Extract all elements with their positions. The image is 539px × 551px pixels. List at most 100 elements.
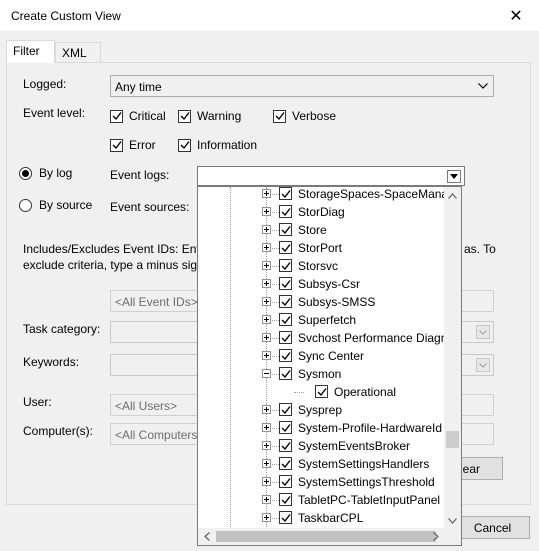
checkbox-checked-icon[interactable] [279, 511, 292, 524]
tree-item[interactable]: StorageSpaces-SpaceManag [198, 187, 444, 203]
event-logs-tree[interactable]: StorageSpaces-SpaceManag StorDiag Store Sto… [197, 186, 462, 546]
expand-icon[interactable] [262, 513, 271, 522]
tree-item[interactable]: SystemSettingsThreshold [198, 473, 444, 491]
tree-item[interactable]: Svchost Performance Diagn [198, 329, 444, 347]
expand-icon[interactable] [262, 495, 271, 504]
expand-icon[interactable] [262, 441, 271, 450]
tree-item[interactable]: Sync Center [198, 347, 444, 365]
tree-connector [272, 410, 279, 411]
verbose-checkbox[interactable]: Verbose [273, 109, 336, 123]
tree-item[interactable]: TaskbarCPL [198, 509, 444, 527]
checkbox-checked-icon [273, 109, 286, 123]
checkbox-checked-icon[interactable] [279, 439, 292, 452]
expand-icon[interactable] [262, 261, 271, 270]
expand-icon[interactable] [262, 477, 271, 486]
error-label: Error [129, 138, 156, 152]
tree-item-label: System-Profile-HardwareId [298, 421, 443, 435]
tree-item[interactable]: Operational [198, 383, 444, 401]
keywords-label: Keywords: [23, 355, 80, 369]
checkbox-checked-icon[interactable] [279, 457, 292, 470]
checkbox-checked-icon[interactable] [279, 295, 292, 308]
tree-connector [272, 248, 279, 249]
critical-checkbox[interactable]: Critical [110, 109, 166, 123]
checkbox-checked-icon[interactable] [279, 313, 292, 326]
tree-connector [272, 464, 279, 465]
tree-item[interactable]: TabletPC-TabletInputPanel [198, 491, 444, 509]
checkbox-checked-icon[interactable] [279, 367, 292, 380]
tree-item[interactable]: Sysmon [198, 365, 444, 383]
tree-connector [272, 212, 279, 213]
tree-item[interactable]: Subsys-Csr [198, 275, 444, 293]
tab-xml[interactable]: XML [55, 42, 101, 62]
checkbox-checked-icon [110, 138, 123, 152]
scroll-right-icon[interactable] [427, 528, 444, 545]
scroll-thumb-horizontal[interactable] [216, 531, 436, 542]
tree-connector [272, 284, 279, 285]
checkbox-checked-icon[interactable] [279, 259, 292, 272]
expand-icon[interactable] [262, 225, 271, 234]
checkbox-checked-icon[interactable] [279, 349, 292, 362]
scroll-up-icon[interactable] [444, 187, 461, 204]
expand-icon[interactable] [262, 279, 271, 288]
checkbox-checked-icon[interactable] [279, 241, 292, 254]
by-source-radio[interactable]: By source [19, 198, 92, 212]
checkbox-checked-icon[interactable] [279, 403, 292, 416]
horizontal-scrollbar[interactable] [198, 528, 461, 545]
tree-item[interactable]: Superfetch [198, 311, 444, 329]
expand-icon[interactable] [262, 459, 271, 468]
logged-dropdown[interactable]: Any time [110, 75, 494, 97]
desc-line2: exclude criteria, type a minus sign [23, 258, 204, 272]
tree-item[interactable]: SystemSettingsHandlers [198, 455, 444, 473]
tree-item-label: Sysmon [298, 367, 342, 381]
checkbox-checked-icon[interactable] [279, 331, 292, 344]
collapse-icon[interactable] [262, 369, 271, 378]
expand-icon[interactable] [262, 333, 271, 342]
expand-icon[interactable] [262, 315, 271, 324]
checkbox-checked-icon[interactable] [279, 421, 292, 434]
event-logs-dropdown[interactable] [197, 166, 465, 186]
expand-icon[interactable] [262, 297, 271, 306]
tree-item[interactable]: Subsys-SMSS [198, 293, 444, 311]
tree-item-label: StorPort [298, 241, 343, 255]
tree-item[interactable]: System-Profile-HardwareId [198, 419, 444, 437]
expand-icon[interactable] [262, 243, 271, 252]
tree-item[interactable]: SystemEventsBroker [198, 437, 444, 455]
checkbox-checked-icon[interactable] [315, 385, 328, 398]
checkbox-checked-icon[interactable] [279, 205, 292, 218]
scroll-down-icon[interactable] [444, 512, 461, 529]
checkbox-checked-icon[interactable] [279, 493, 292, 506]
logged-value: Any time [115, 80, 162, 94]
tree-item-label: Superfetch [298, 313, 357, 327]
tree-connector [272, 428, 279, 429]
tree-connector [294, 392, 304, 393]
checkbox-checked-icon[interactable] [279, 187, 292, 200]
checkbox-checked-icon[interactable] [279, 475, 292, 488]
expand-icon[interactable] [262, 189, 271, 198]
warning-checkbox[interactable]: Warning [178, 109, 241, 123]
tree-item[interactable]: StorPort [198, 239, 444, 257]
expand-icon[interactable] [262, 405, 271, 414]
tab-filter[interactable]: Filter [6, 40, 55, 63]
chevron-down-icon[interactable] [447, 170, 461, 183]
checkbox-checked-icon[interactable] [279, 277, 292, 290]
information-checkbox[interactable]: Information [178, 138, 257, 152]
tree-item[interactable]: StorDiag [198, 203, 444, 221]
close-icon[interactable]: ✕ [493, 0, 539, 32]
scroll-thumb[interactable] [446, 431, 459, 448]
expand-icon[interactable] [262, 423, 271, 432]
scroll-left-icon[interactable] [198, 528, 215, 545]
tree-item[interactable]: Sysprep [198, 401, 444, 419]
by-source-label: By source [39, 198, 93, 212]
tree-item[interactable]: Storsvc [198, 257, 444, 275]
error-checkbox[interactable]: Error [110, 138, 156, 152]
event-sources-label: Event sources: [110, 200, 190, 214]
warning-label: Warning [197, 109, 242, 123]
tree-item[interactable]: Store [198, 221, 444, 239]
expand-icon[interactable] [262, 351, 271, 360]
vertical-scrollbar[interactable] [444, 187, 461, 529]
tree-connector [272, 320, 279, 321]
expand-icon[interactable] [262, 207, 271, 216]
checkbox-checked-icon[interactable] [279, 223, 292, 236]
by-log-radio[interactable]: By log [19, 166, 72, 180]
cancel-button[interactable]: Cancel [455, 516, 530, 539]
